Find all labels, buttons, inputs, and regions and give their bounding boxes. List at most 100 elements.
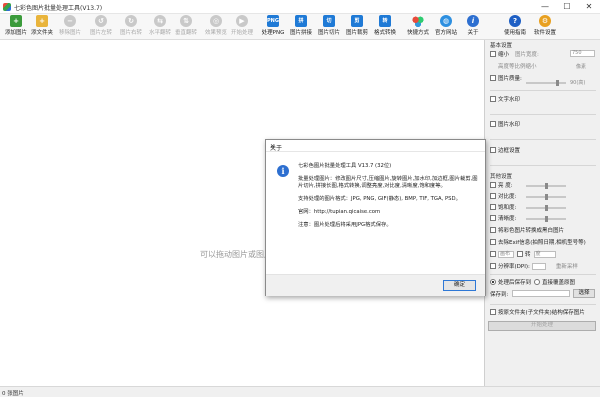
rotate-label: 转 xyxy=(525,252,531,258)
flip-vertical-label: 垂直翻转 xyxy=(174,30,197,36)
brightness-slider-thumb[interactable] xyxy=(545,183,548,189)
rotate-checkbox[interactable] xyxy=(517,251,523,257)
divider xyxy=(490,139,596,140)
quality-slider-thumb[interactable] xyxy=(556,80,559,86)
save-path-input[interactable] xyxy=(512,290,570,297)
save-mode-row: 处理后保存到 直接覆盖原图 xyxy=(490,278,598,286)
brightness-slider[interactable] xyxy=(526,183,566,189)
process-png-button[interactable]: PNG 处理PNG xyxy=(258,15,288,39)
about-button[interactable]: i 关于 xyxy=(458,15,488,39)
contrast-slider-thumb[interactable] xyxy=(545,194,548,200)
flip-vertical-icon: ⇅ xyxy=(180,15,192,27)
info-icon: i xyxy=(277,165,289,177)
overwrite-label: 直接覆盖原图 xyxy=(542,280,576,286)
rotate-input[interactable]: 度 xyxy=(533,250,556,258)
website-text: 官网：http://tupian.qicaise.com xyxy=(298,208,381,215)
keep-structure-label: 按原文件夹(子文件夹)结构保存图片 xyxy=(498,310,585,316)
brightness-checkbox[interactable] xyxy=(490,182,496,188)
add-folder-button[interactable]: + 添文件夹 xyxy=(27,15,57,39)
exif-row: 去除Exif信息(拍照日期,相机型号等) xyxy=(490,238,598,246)
toolbar: + 添加图片 + 添文件夹 − 移除图片 ↺ 图片左转 ↻ 图片右转 ⇆ 水平翻转 ⇅ 垂直翻… xyxy=(0,14,600,40)
shortcut-button[interactable]: 快捷方式 xyxy=(403,15,433,39)
overwrite-radio[interactable] xyxy=(534,279,541,285)
rotate-right-label: 图片右转 xyxy=(119,30,142,36)
crop-button[interactable]: 剪图片裁剪 xyxy=(342,15,372,39)
browse-button[interactable]: 选择 xyxy=(573,289,595,298)
width-input[interactable]: 750 xyxy=(570,50,595,57)
settings-button[interactable]: ⚙ 软件设置 xyxy=(530,15,560,39)
save-to-radio[interactable] xyxy=(490,279,496,285)
border-checkbox[interactable] xyxy=(490,147,496,153)
start-toolbar-button[interactable]: ▶ 开始处理 xyxy=(227,15,257,39)
dialog-title-bar: 关于 ✕ xyxy=(266,140,485,152)
app-version-text: 七彩色图片批量处理工具 V13.7 (32位) xyxy=(298,163,392,169)
contrast-label: 对比度: xyxy=(498,194,517,200)
stitch-button[interactable]: 拼图片拼接 xyxy=(286,15,316,39)
saturation-slider[interactable] xyxy=(526,205,566,211)
save-path-label: 保存到: xyxy=(490,292,509,298)
convert-button[interactable]: 转格式转换 xyxy=(370,15,400,39)
about-dialog: 关于 ✕ i 七彩色图片批量处理工具 V13.7 (32位) 批量处理图片：修改… xyxy=(265,139,486,296)
divider xyxy=(490,114,596,115)
sharpness-slider[interactable] xyxy=(526,216,566,222)
convert-icon: 转 xyxy=(379,15,391,27)
window-controls: — ☐ ✕ xyxy=(534,0,600,14)
keep-structure-checkbox[interactable] xyxy=(490,309,496,315)
window-title: 七彩色图片批量处理工具(V13.7) xyxy=(14,5,103,12)
features-text: 批量处理图片：修改图片尺寸,压缩图片,旋转图片,加水印,加边框,图片裁剪,图片切… xyxy=(298,176,478,189)
maximize-button[interactable]: ☐ xyxy=(556,0,578,14)
saturation-checkbox[interactable] xyxy=(490,204,496,210)
canvas-checkbox[interactable] xyxy=(490,251,496,257)
saturation-slider-thumb[interactable] xyxy=(545,205,548,211)
settings-label: 软件设置 xyxy=(533,30,556,36)
dpi-checkbox[interactable] xyxy=(490,263,496,269)
shortcut-label: 快捷方式 xyxy=(406,30,429,36)
text-watermark-checkbox[interactable] xyxy=(490,96,496,102)
rotate-right-button[interactable]: ↻ 图片右转 xyxy=(116,15,146,39)
rotate-left-label: 图片左转 xyxy=(89,30,112,36)
basic-settings-title: 基本设置 xyxy=(490,43,513,49)
dialog-close-icon[interactable]: ✕ xyxy=(270,143,482,150)
add-folder-label: 添文件夹 xyxy=(30,30,53,36)
dpi-row: 分辨率(DPI): 重新采样 xyxy=(490,262,598,270)
keep-structure-row: 按原文件夹(子文件夹)结构保存图片 xyxy=(490,308,598,316)
about-label: 关于 xyxy=(467,30,479,36)
sharpness-slider-thumb[interactable] xyxy=(545,216,548,222)
start-process-button[interactable]: 开始处理 xyxy=(488,321,596,331)
resample-label: 重新采样 xyxy=(555,264,578,270)
rotate-left-button[interactable]: ↺ 图片左转 xyxy=(86,15,116,39)
app-logo-icon xyxy=(3,3,11,11)
dialog-footer: 确定 xyxy=(266,274,485,296)
remove-image-button[interactable]: − 移除图片 xyxy=(55,15,85,39)
slice-button[interactable]: 切图片切片 xyxy=(314,15,344,39)
quality-slider[interactable] xyxy=(526,80,566,86)
scale-checkbox[interactable] xyxy=(490,51,496,57)
height-ratio-label: 高度等比例缩小 xyxy=(498,64,537,70)
help-button[interactable]: ? 使用指南 xyxy=(500,15,530,39)
canvas-select[interactable]: 画布 xyxy=(498,250,514,258)
scale-field-label: 图片宽度: xyxy=(515,52,539,58)
contrast-slider[interactable] xyxy=(526,194,566,200)
help-label: 使用指南 xyxy=(503,30,526,36)
exif-checkbox[interactable] xyxy=(490,239,496,245)
sharpness-checkbox[interactable] xyxy=(490,215,496,221)
quality-checkbox[interactable] xyxy=(490,75,496,81)
crop-icon: 剪 xyxy=(351,15,363,27)
flip-vertical-button[interactable]: ⇅ 垂直翻转 xyxy=(171,15,201,39)
quality-value: 90(高) xyxy=(570,80,586,86)
image-count: 0 张图片 xyxy=(2,391,24,397)
website-icon: ◍ xyxy=(440,15,452,27)
contrast-checkbox[interactable] xyxy=(490,193,496,199)
slice-icon: 切 xyxy=(323,15,335,27)
close-button[interactable]: ✕ xyxy=(578,0,600,14)
ok-button[interactable]: 确定 xyxy=(443,280,476,291)
image-watermark-checkbox[interactable] xyxy=(490,121,496,127)
save-to-label: 处理后保存到 xyxy=(498,280,532,286)
settings-icon: ⚙ xyxy=(539,15,551,27)
divider xyxy=(490,90,596,91)
grayscale-checkbox[interactable] xyxy=(490,227,496,233)
minimize-button[interactable]: — xyxy=(534,0,556,14)
website-button[interactable]: ◍ 官方网站 xyxy=(431,15,461,39)
sharpness-label: 清晰度: xyxy=(498,216,517,222)
dpi-input[interactable] xyxy=(531,262,546,270)
